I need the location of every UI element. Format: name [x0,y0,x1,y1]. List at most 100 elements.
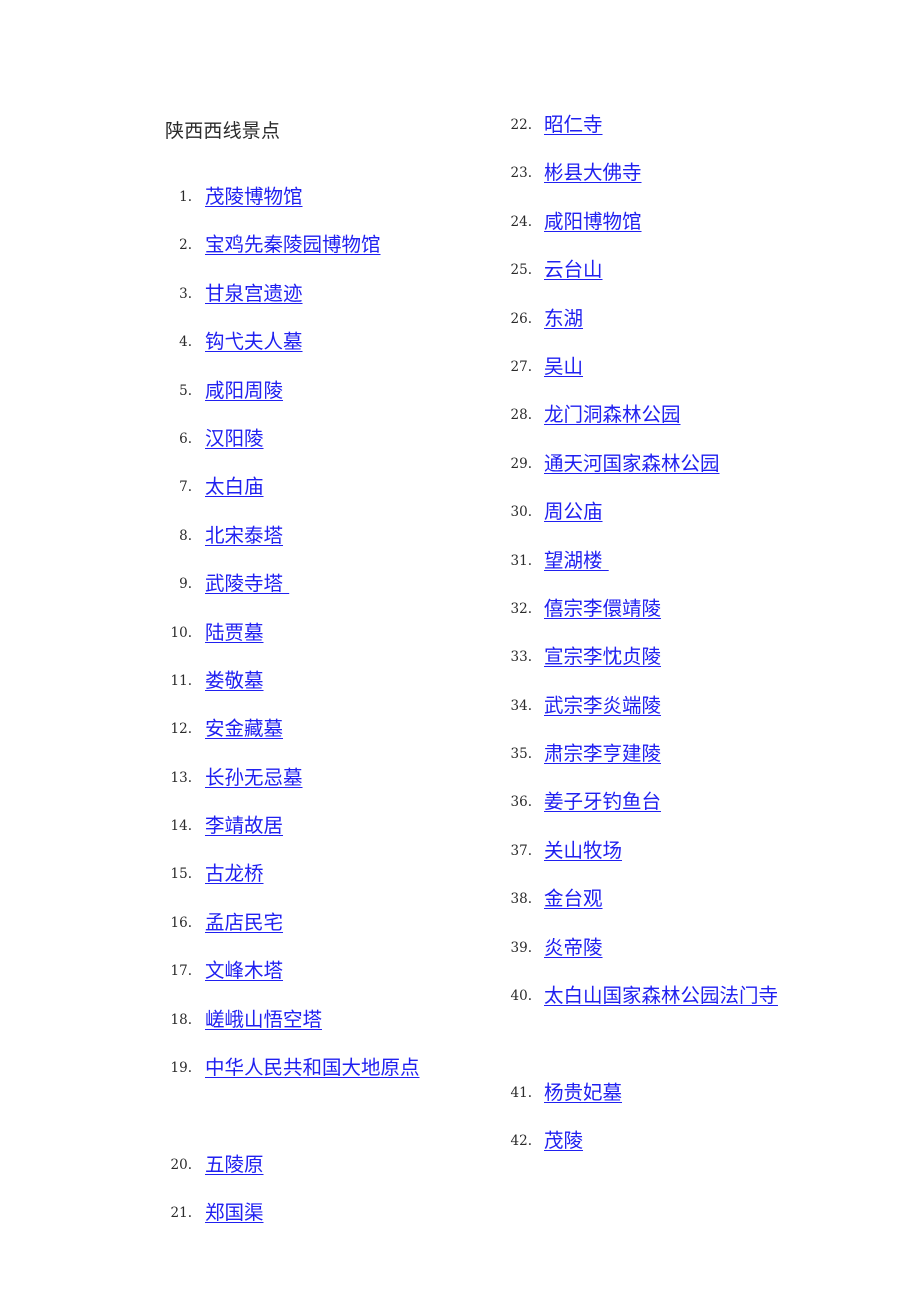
list-item: 18. 嵯峨山悟空塔 [160,1003,490,1051]
list-item-number: 7. [179,479,192,496]
attraction-link[interactable]: 通天河国家森林公园 [544,452,720,475]
attraction-link[interactable]: 茂陵博物馆 [205,185,303,208]
attraction-link[interactable]: 关山牧场 [544,839,622,862]
list-item-number: 26. [510,310,532,327]
list-item-number: 29. [510,455,532,472]
list-item: 34. 武宗李炎端陵 [500,689,900,737]
attraction-link[interactable]: 武宗李炎端陵 [544,694,661,717]
list-item-number: 16. [170,914,192,931]
list-item-number: 12. [170,721,192,738]
attraction-link[interactable]: 陆贾墓 [205,621,264,644]
attraction-link[interactable]: 古龙桥 [205,862,264,885]
left-column: 1. 茂陵博物馆 2. 宝鸡先秦陵园博物馆 3. 甘泉宫遗迹 4. 钩弋夫人墓 5. 咸阳周陵 6.… [160,180,490,1245]
attraction-link[interactable]: 望湖楼 [544,549,609,572]
list-item: 5. 咸阳周陵 [160,374,490,422]
attraction-link[interactable]: 长孙无忌墓 [205,766,303,789]
list-item-number: 14. [170,818,192,835]
attraction-link[interactable]: 武陵寺塔 [205,572,289,595]
list-item-number: 37. [510,842,532,859]
attraction-link[interactable]: 安金藏墓 [205,717,283,740]
list-item: 31. 望湖楼 [500,544,900,592]
list-item: 42. 茂陵 [500,1124,900,1172]
list-item: 30. 周公庙 [500,495,900,543]
attraction-link[interactable]: 咸阳博物馆 [544,210,642,233]
list-item: 8. 北宋泰塔 [160,519,490,567]
attraction-link[interactable]: 汉阳陵 [205,427,264,450]
list-item-number: 3. [179,285,192,302]
list-item-number: 40. [510,988,532,1005]
list-item: 24. 咸阳博物馆 [500,205,900,253]
list-item: 29. 通天河国家森林公园 [500,447,900,495]
list-item: 38. 金台观 [500,882,900,930]
list-item: 20. 五陵原 [160,1148,490,1196]
attraction-link[interactable]: 姜子牙钓鱼台 [544,790,661,813]
list-item-number: 1. [179,189,192,205]
attraction-link[interactable]: 肃宗李亨建陵 [544,742,661,765]
attraction-link[interactable]: 钩弋夫人墓 [205,330,303,353]
list-item-number: 8. [179,527,192,544]
list-item: 17. 文峰木塔 [160,954,490,1002]
list-item: 3. 甘泉宫遗迹 [160,277,490,325]
list-item-number: 24. [510,213,532,230]
page-title: 陕西西线景点 [165,120,281,142]
attraction-link[interactable]: 中华人民共和国大地原点 [205,1056,420,1079]
attraction-link[interactable]: 李靖故居 [205,814,283,837]
attraction-link[interactable]: 太白庙 [205,475,264,498]
list-item: 1. 茂陵博物馆 [160,180,490,228]
list-item-number: 31. [510,552,532,569]
attraction-link[interactable]: 孟店民宅 [205,911,283,934]
attraction-link[interactable]: 云台山 [544,258,603,281]
attraction-link[interactable]: 咸阳周陵 [205,379,283,402]
attraction-link[interactable]: 茂陵 [544,1129,583,1152]
list-item-number: 38. [510,891,532,908]
attraction-link[interactable]: 吴山 [544,355,583,378]
list-item: 12. 安金藏墓 [160,712,490,760]
list-item: 25. 云台山 [500,253,900,301]
list-item-number: 9. [179,576,192,593]
list-item-number: 19. [170,1060,192,1077]
attraction-link[interactable]: 嵯峨山悟空塔 [205,1008,322,1031]
attraction-link[interactable]: 东湖 [544,307,583,330]
list-item: 14. 李靖故居 [160,809,490,857]
attraction-link[interactable]: 周公庙 [544,500,603,523]
list-item: 26. 东湖 [500,302,900,350]
attraction-list-right: 22. 昭仁寺 23. 彬县大佛寺 24. 咸阳博物馆 25. 云台山 26. 东湖 27. 吴山 28… [500,108,900,1173]
list-item: 22. 昭仁寺 [500,108,900,156]
list-item: 23. 彬县大佛寺 [500,156,900,204]
attraction-link[interactable]: 甘泉宫遗迹 [205,282,303,305]
list-item-number: 10. [170,624,192,641]
list-item-number: 13. [170,769,192,786]
list-item: 41. 杨贵妃墓 [500,1076,900,1124]
list-item-number: 30. [510,504,532,521]
attraction-link[interactable]: 娄敬墓 [205,669,264,692]
list-item-number: 23. [510,165,532,182]
list-item-number: 35. [510,746,532,763]
attraction-list-left: 1. 茂陵博物馆 2. 宝鸡先秦陵园博物馆 3. 甘泉宫遗迹 4. 钩弋夫人墓 5. 咸阳周陵 6.… [160,180,490,1245]
attraction-link[interactable]: 北宋泰塔 [205,524,283,547]
list-item: 36. 姜子牙钓鱼台 [500,785,900,833]
list-item-number: 32. [510,600,532,617]
list-item-number: 42. [510,1133,532,1150]
list-item-number: 2. [179,237,192,254]
attraction-link[interactable]: 文峰木塔 [205,959,283,982]
attraction-link[interactable]: 金台观 [544,887,603,910]
attraction-link[interactable]: 僖宗李儇靖陵 [544,597,661,620]
attraction-link[interactable]: 炎帝陵 [544,936,603,959]
list-item-number: 11. [170,672,192,689]
attraction-link[interactable]: 宝鸡先秦陵园博物馆 [205,233,381,256]
attraction-link[interactable]: 昭仁寺 [544,113,603,136]
attraction-link[interactable]: 彬县大佛寺 [544,161,642,184]
attraction-link[interactable]: 宣宗李忱贞陵 [544,645,661,668]
attraction-link[interactable]: 杨贵妃墓 [544,1081,622,1104]
list-item: 33. 宣宗李忱贞陵 [500,640,900,688]
attraction-link[interactable]: 郑国渠 [205,1201,264,1224]
list-item-number: 36. [510,794,532,811]
list-item: 11. 娄敬墓 [160,664,490,712]
list-item-number: 21. [170,1205,192,1222]
attraction-link[interactable]: 五陵原 [205,1153,264,1176]
attraction-link[interactable]: 太白山国家森林公园法门寺 [544,984,778,1007]
list-item-number: 39. [510,939,532,956]
attraction-link[interactable]: 龙门洞森林公园 [544,403,681,426]
list-item: 16. 孟店民宅 [160,906,490,954]
list-item: 27. 吴山 [500,350,900,398]
